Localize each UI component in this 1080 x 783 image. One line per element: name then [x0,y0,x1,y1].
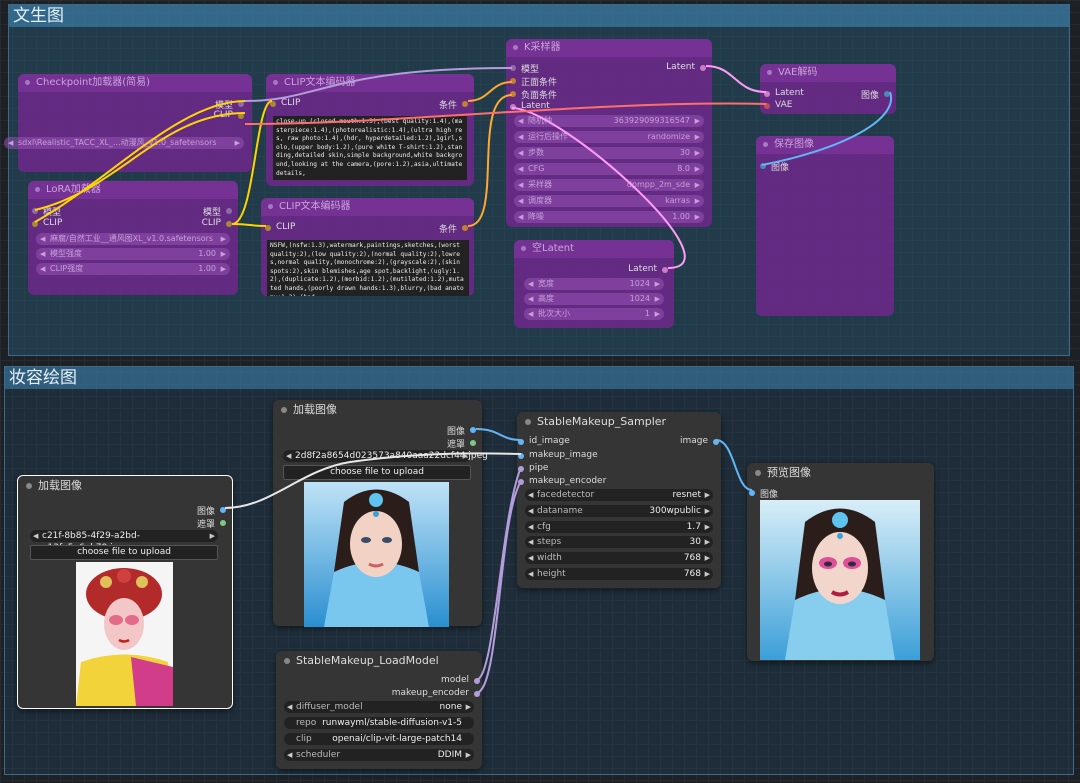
link-vae[interactable] [244,102,767,125]
link-clip-ckpt-lora-2[interactable] [34,100,246,223]
graph-canvas[interactable]: 文生图 妆容绘图 Checkpoint加载器(简易) 模型 CLIP ◀ sdxl… [0,0,1080,783]
link-cond-positive[interactable] [467,81,513,102]
link-clip-ckpt-lora[interactable] [34,112,246,211]
link-clip-lora-neg[interactable] [231,223,267,227]
link-latent-empty-ksampler[interactable] [511,107,686,269]
link-clip-lora-pos[interactable] [231,100,273,225]
link-image-vae-save[interactable] [761,91,893,166]
link-image-preview[interactable] [715,439,753,491]
link-makeup-image[interactable] [224,452,522,509]
link-model-ckpt-ksampler[interactable] [244,67,513,102]
node-links [34,65,893,694]
link-id-image[interactable] [475,428,522,441]
link-latent-ksampler-vae[interactable] [705,65,767,93]
